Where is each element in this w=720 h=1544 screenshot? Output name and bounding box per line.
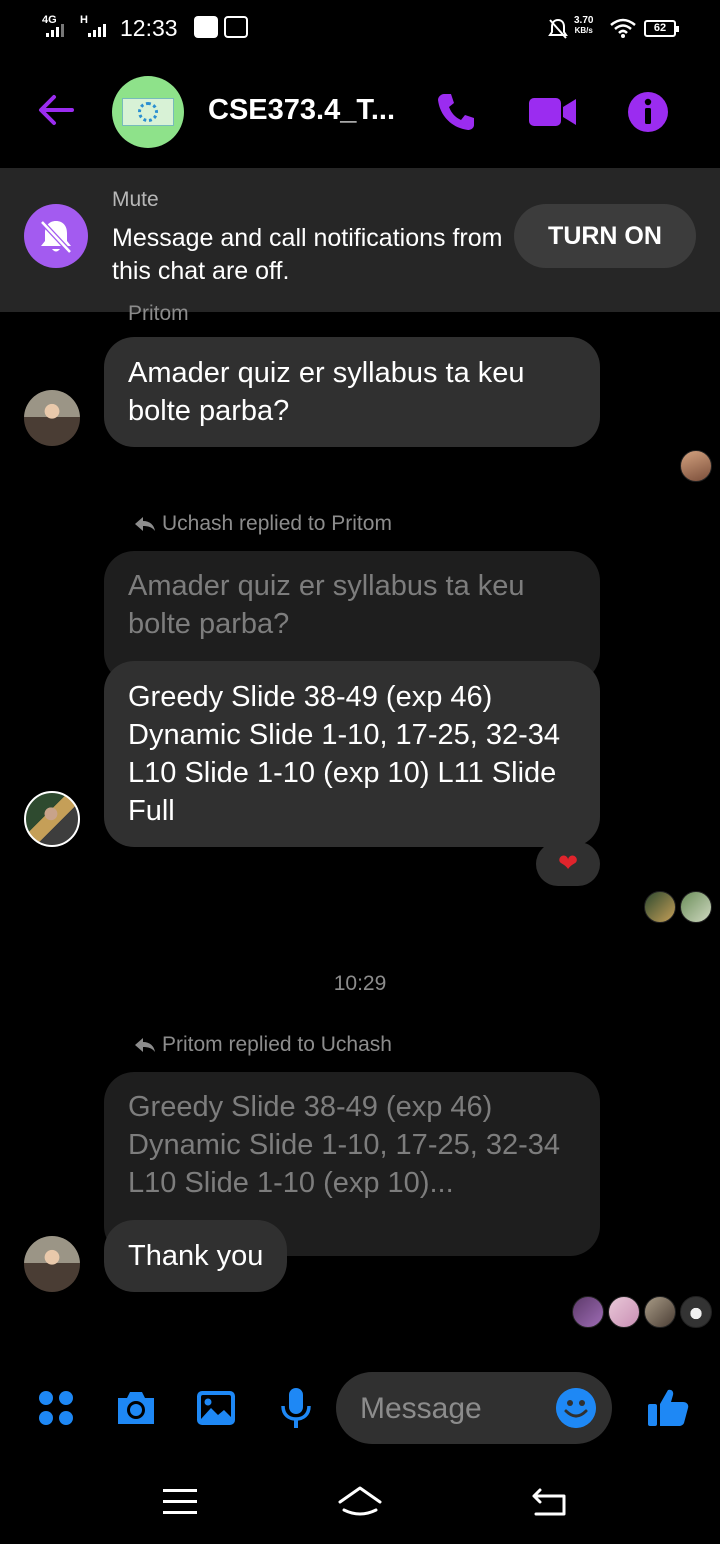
bell-slash-icon <box>24 204 88 268</box>
sender-name: Pritom <box>128 302 189 325</box>
chat-title[interactable]: CSE373.4_T... <box>208 94 395 127</box>
avatar[interactable] <box>24 1236 80 1292</box>
notifications-off-icon <box>548 18 568 39</box>
signal-bars-icon <box>46 24 64 37</box>
avatar[interactable] <box>24 390 80 446</box>
mail-icon <box>194 16 218 38</box>
clock: 12:33 <box>120 15 178 41</box>
turn-on-button[interactable]: TURN ON <box>514 204 696 268</box>
group-avatar[interactable] <box>112 76 184 148</box>
speed-value: 3.70 <box>574 15 594 26</box>
reply-header-text: Uchash replied to Pritom <box>162 512 392 535</box>
seen-avatar <box>680 450 712 482</box>
status-bar: 4G H 12:33 3.70 KB/s 62 <box>0 0 720 58</box>
mute-description: Message and call notifications from this… <box>112 224 503 285</box>
back-nav-icon[interactable] <box>530 1486 568 1518</box>
message-input[interactable]: Message <box>336 1372 612 1444</box>
reply-header: Uchash replied to Pritom <box>134 512 392 536</box>
network-speed: 3.70 KB/s <box>574 16 593 36</box>
message-icon <box>224 16 248 38</box>
signal-bars-icon <box>88 24 106 37</box>
reply-arrow-icon <box>135 1038 155 1052</box>
seen-avatar <box>572 1296 604 1328</box>
image-icon[interactable] <box>194 1386 238 1430</box>
message-timestamp: 10:29 <box>333 972 387 995</box>
message-composer: Message <box>0 1370 720 1450</box>
mute-label: Mute <box>112 188 159 211</box>
heart-reaction[interactable]: ❤ <box>536 842 600 886</box>
seen-avatar <box>680 891 712 923</box>
microphone-icon[interactable] <box>274 1386 318 1430</box>
message-bubble[interactable]: Thank you <box>104 1220 288 1292</box>
message-bubble[interactable]: Greedy Slide 38-49 (exp 46) Dynamic Slid… <box>104 661 600 847</box>
chat-header: CSE373.4_T... <box>0 58 720 168</box>
smiley-icon[interactable] <box>556 1388 596 1428</box>
message-placeholder: Message <box>360 1392 482 1425</box>
info-icon[interactable] <box>626 90 670 134</box>
battery-icon: 62 <box>644 20 679 37</box>
seen-avatar <box>608 1296 640 1328</box>
camera-icon[interactable] <box>114 1386 158 1430</box>
seen-avatar <box>644 1296 676 1328</box>
avatar[interactable] <box>24 791 80 847</box>
network-type-2: H <box>80 14 88 26</box>
phone-icon[interactable] <box>434 90 478 134</box>
back-arrow-icon[interactable] <box>34 88 78 132</box>
video-camera-icon[interactable] <box>528 90 578 134</box>
wifi-icon <box>610 18 636 38</box>
home-icon[interactable] <box>336 1484 384 1520</box>
mute-banner: Mute Message and call notifications from… <box>0 168 720 312</box>
grid-dots-icon[interactable] <box>34 1386 78 1430</box>
thumbs-up-icon[interactable] <box>646 1386 690 1430</box>
reply-header: Pritom replied to Uchash <box>134 1033 392 1057</box>
message-bubble[interactable]: Amader quiz er syllabus ta keu bolte par… <box>104 337 600 447</box>
reply-header-text: Pritom replied to Uchash <box>162 1033 392 1056</box>
menu-icon[interactable] <box>162 1486 198 1518</box>
system-nav-bar <box>0 1460 720 1544</box>
seen-avatar <box>644 891 676 923</box>
reply-arrow-icon <box>135 517 155 531</box>
seen-avatar <box>680 1296 712 1328</box>
speed-unit: KB/s <box>574 26 593 35</box>
